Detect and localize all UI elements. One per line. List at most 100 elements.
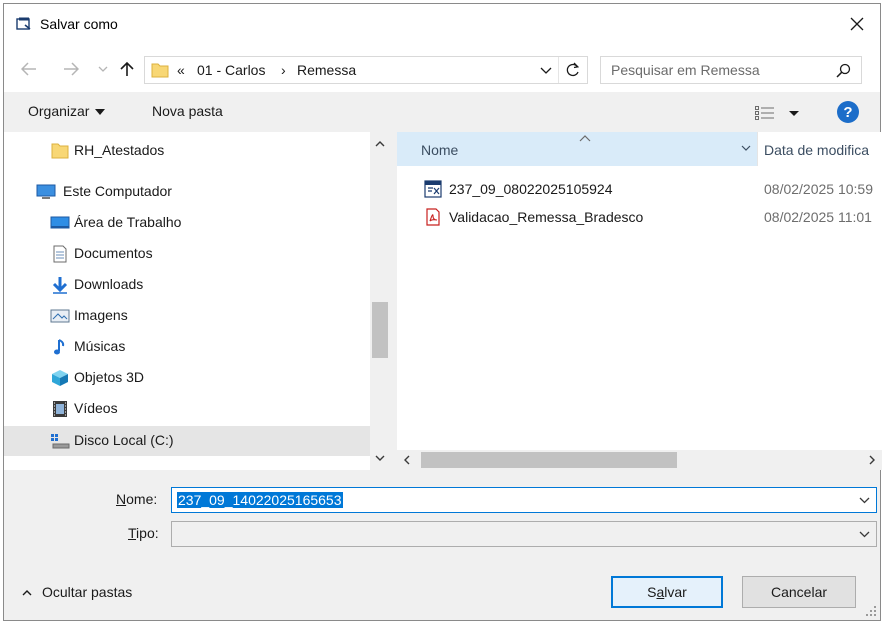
sidebar-item-documentos[interactable]: Documentos [4, 239, 370, 269]
title-bar: Salvar como [4, 4, 880, 44]
folder-icon [151, 63, 169, 78]
new-folder-button[interactable]: Nova pasta [152, 103, 223, 119]
scrollbar-thumb[interactable] [421, 452, 677, 468]
sidebar-item-label: Objetos 3D [74, 369, 145, 385]
scroll-down-icon[interactable] [375, 454, 385, 462]
downloads-icon [52, 277, 68, 294]
documents-icon [53, 245, 67, 263]
pictures-icon [50, 309, 70, 323]
save-button[interactable]: Sa lvar [611, 576, 723, 608]
sort-ascending-icon [579, 135, 591, 142]
sidebar-item-rh-atestados[interactable]: RH_Atestados [4, 136, 370, 166]
sidebar-item-label: Documentos [74, 245, 153, 261]
file-name-label-text: ome: [126, 491, 158, 507]
column-divider[interactable] [757, 132, 758, 166]
help-icon: ? [843, 103, 853, 121]
remessa-file-icon [424, 180, 442, 198]
sidebar-item-downloads[interactable]: Downloads [4, 270, 370, 300]
scroll-up-icon[interactable] [375, 140, 385, 148]
save-label-post: lvar [664, 584, 687, 600]
organize-button[interactable]: Organizar [28, 103, 106, 119]
breadcrumb-overflow[interactable]: « [177, 62, 185, 78]
sidebar-item-imagens[interactable]: Imagens [4, 301, 370, 331]
folder-icon [51, 143, 69, 159]
navigation-bar: « 01 - Carlos › Remessa Pesquisar em Rem… [4, 44, 880, 92]
search-box[interactable]: Pesquisar em Remessa [600, 56, 862, 84]
breadcrumb-separator[interactable]: › [281, 62, 286, 78]
forward-button[interactable] [60, 58, 82, 80]
scroll-left-icon[interactable] [403, 455, 411, 465]
file-type-label-text: ipo: [136, 525, 159, 541]
view-options-button[interactable] [754, 103, 800, 123]
file-name: 237_09_08022025105924 [449, 181, 613, 197]
chevron-down-icon[interactable] [859, 496, 870, 504]
dialog-title: Salvar como [40, 16, 118, 32]
back-arrow-icon [21, 62, 36, 76]
file-name-label: Nome: [116, 491, 157, 507]
file-name: Validacao_Remessa_Bradesco [449, 209, 644, 225]
details-view-icon [755, 106, 799, 120]
save-label-accesskey: a [656, 584, 665, 600]
refresh-icon[interactable] [565, 62, 581, 78]
organize-label: Organizar [28, 103, 90, 119]
column-header: Nome Data de modifica [397, 132, 882, 166]
back-button[interactable] [18, 58, 40, 80]
file-type-select[interactable] [171, 521, 877, 547]
column-header-name[interactable]: Nome [397, 132, 757, 166]
chevron-down-icon[interactable] [741, 144, 751, 152]
breadcrumb-item[interactable]: Remessa [297, 62, 356, 78]
navigation-scrollbar[interactable] [370, 132, 390, 470]
command-toolbar: Organizar Nova pasta ? [4, 92, 880, 132]
divider [558, 57, 559, 83]
recent-locations-chevron-icon [98, 66, 108, 72]
local-disk-icon [51, 434, 70, 449]
sidebar-item-videos[interactable]: Vídeos [4, 394, 370, 424]
cancel-button[interactable]: Cancelar [742, 576, 856, 608]
recent-locations-button[interactable] [92, 58, 114, 80]
chevron-down-icon[interactable] [539, 63, 553, 77]
help-button[interactable]: ? [837, 101, 859, 123]
dropdown-arrow-icon [95, 109, 106, 116]
search-icon [836, 63, 851, 78]
sidebar-item-label: Músicas [74, 338, 126, 354]
up-arrow-icon [120, 61, 134, 76]
file-type-label-accesskey: T [128, 525, 137, 541]
column-header-date[interactable]: Data de modifica [764, 142, 869, 158]
save-dialog-icon [16, 17, 31, 30]
hide-folders-button[interactable]: Ocultar pastas [22, 584, 132, 600]
address-bar[interactable]: « 01 - Carlos › Remessa [144, 56, 588, 84]
scrollbar-thumb[interactable] [372, 302, 388, 358]
forward-arrow-icon [64, 62, 79, 76]
file-name-input[interactable]: 237_09_14022025165653 [171, 487, 877, 513]
file-row[interactable]: Validacao_Remessa_Bradesco 08/02/2025 11… [397, 204, 882, 230]
file-type-label: Tipo: [128, 525, 159, 541]
sidebar-item-label: Disco Local (C:) [74, 432, 174, 448]
resize-grip-icon[interactable] [865, 605, 877, 617]
navigation-pane: RH_Atestados Este Computador Área de Tra… [4, 132, 390, 470]
sidebar-item-area-de-trabalho[interactable]: Área de Trabalho [4, 208, 370, 238]
music-icon [54, 339, 65, 355]
breadcrumb-item[interactable]: 01 - Carlos [197, 62, 265, 78]
file-list-scrollbar[interactable] [397, 450, 882, 470]
chevron-up-icon [22, 590, 32, 596]
sidebar-item-musicas[interactable]: Músicas [4, 332, 370, 362]
pdf-icon [426, 208, 440, 226]
search-placeholder: Pesquisar em Remessa [611, 62, 760, 78]
sidebar-item-label: Este Computador [63, 183, 172, 199]
file-date: 08/02/2025 10:59 [764, 181, 873, 197]
desktop-icon [50, 216, 70, 229]
up-button[interactable] [116, 58, 138, 80]
file-name-value: 237_09_14022025165653 [177, 492, 343, 508]
save-as-dialog: Salvar como « 01 - Carlos › Remessa Pesq… [3, 3, 882, 621]
file-row[interactable]: 237_09_08022025105924 08/02/2025 10:59 [397, 176, 882, 202]
computer-icon [36, 184, 56, 199]
sidebar-item-este-computador[interactable]: Este Computador [4, 177, 370, 207]
sidebar-item-objetos-3d[interactable]: Objetos 3D [4, 363, 370, 393]
3d-objects-icon [52, 370, 68, 386]
scroll-right-icon[interactable] [868, 455, 876, 465]
file-list-pane: Nome Data de modifica 237_09_08022025105… [397, 132, 882, 470]
chevron-down-icon[interactable] [859, 530, 870, 538]
close-button[interactable] [834, 4, 880, 44]
sidebar-item-disco-local[interactable]: Disco Local (C:) [4, 426, 370, 456]
file-date: 08/02/2025 11:01 [764, 209, 872, 225]
